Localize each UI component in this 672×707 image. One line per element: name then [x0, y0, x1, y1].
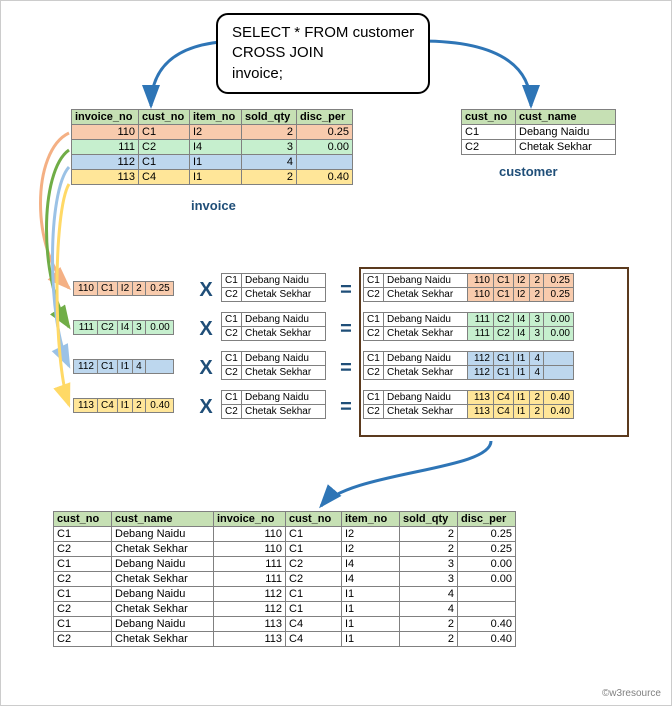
mini-invoice-row: 113C4I120.40 [73, 398, 174, 413]
sql-line: SELECT * FROM customer [232, 23, 414, 43]
equals-op: = [336, 357, 356, 380]
sql-query-box: SELECT * FROM customer CROSS JOIN invoic… [216, 13, 430, 94]
mini-invoice-row: 112C1I14 [73, 359, 174, 374]
equals-op: = [336, 279, 356, 302]
mini-invoice-row: 110C1I220.25 [73, 281, 174, 296]
customer-table: cust_nocust_name C1Debang NaiduC2Chetak … [461, 109, 616, 155]
sql-line: invoice; [232, 64, 414, 84]
equals-op: = [336, 396, 356, 419]
attribution-text: ©w3resource [602, 688, 661, 699]
times-op: X [196, 357, 216, 380]
times-op: X [196, 396, 216, 419]
invoice-table: invoice_nocust_noitem_nosold_qtydisc_per… [71, 109, 353, 185]
invoice-caption: invoice [191, 198, 236, 213]
mini-customer-pair: C1Debang NaiduC2Chetak Sekhar [221, 273, 326, 302]
result-frame [359, 267, 629, 437]
times-op: X [196, 279, 216, 302]
customer-caption: customer [499, 164, 558, 179]
sql-line: CROSS JOIN [232, 43, 414, 63]
times-op: X [196, 318, 216, 341]
mini-invoice-row: 111C2I430.00 [73, 320, 174, 335]
diagram-canvas: SELECT * FROM customer CROSS JOIN invoic… [0, 0, 672, 706]
equals-op: = [336, 318, 356, 341]
final-result-table: cust_nocust_nameinvoice_nocust_noitem_no… [53, 511, 516, 647]
mini-customer-pair: C1Debang NaiduC2Chetak Sekhar [221, 351, 326, 380]
mini-customer-pair: C1Debang NaiduC2Chetak Sekhar [221, 312, 326, 341]
mini-customer-pair: C1Debang NaiduC2Chetak Sekhar [221, 390, 326, 419]
